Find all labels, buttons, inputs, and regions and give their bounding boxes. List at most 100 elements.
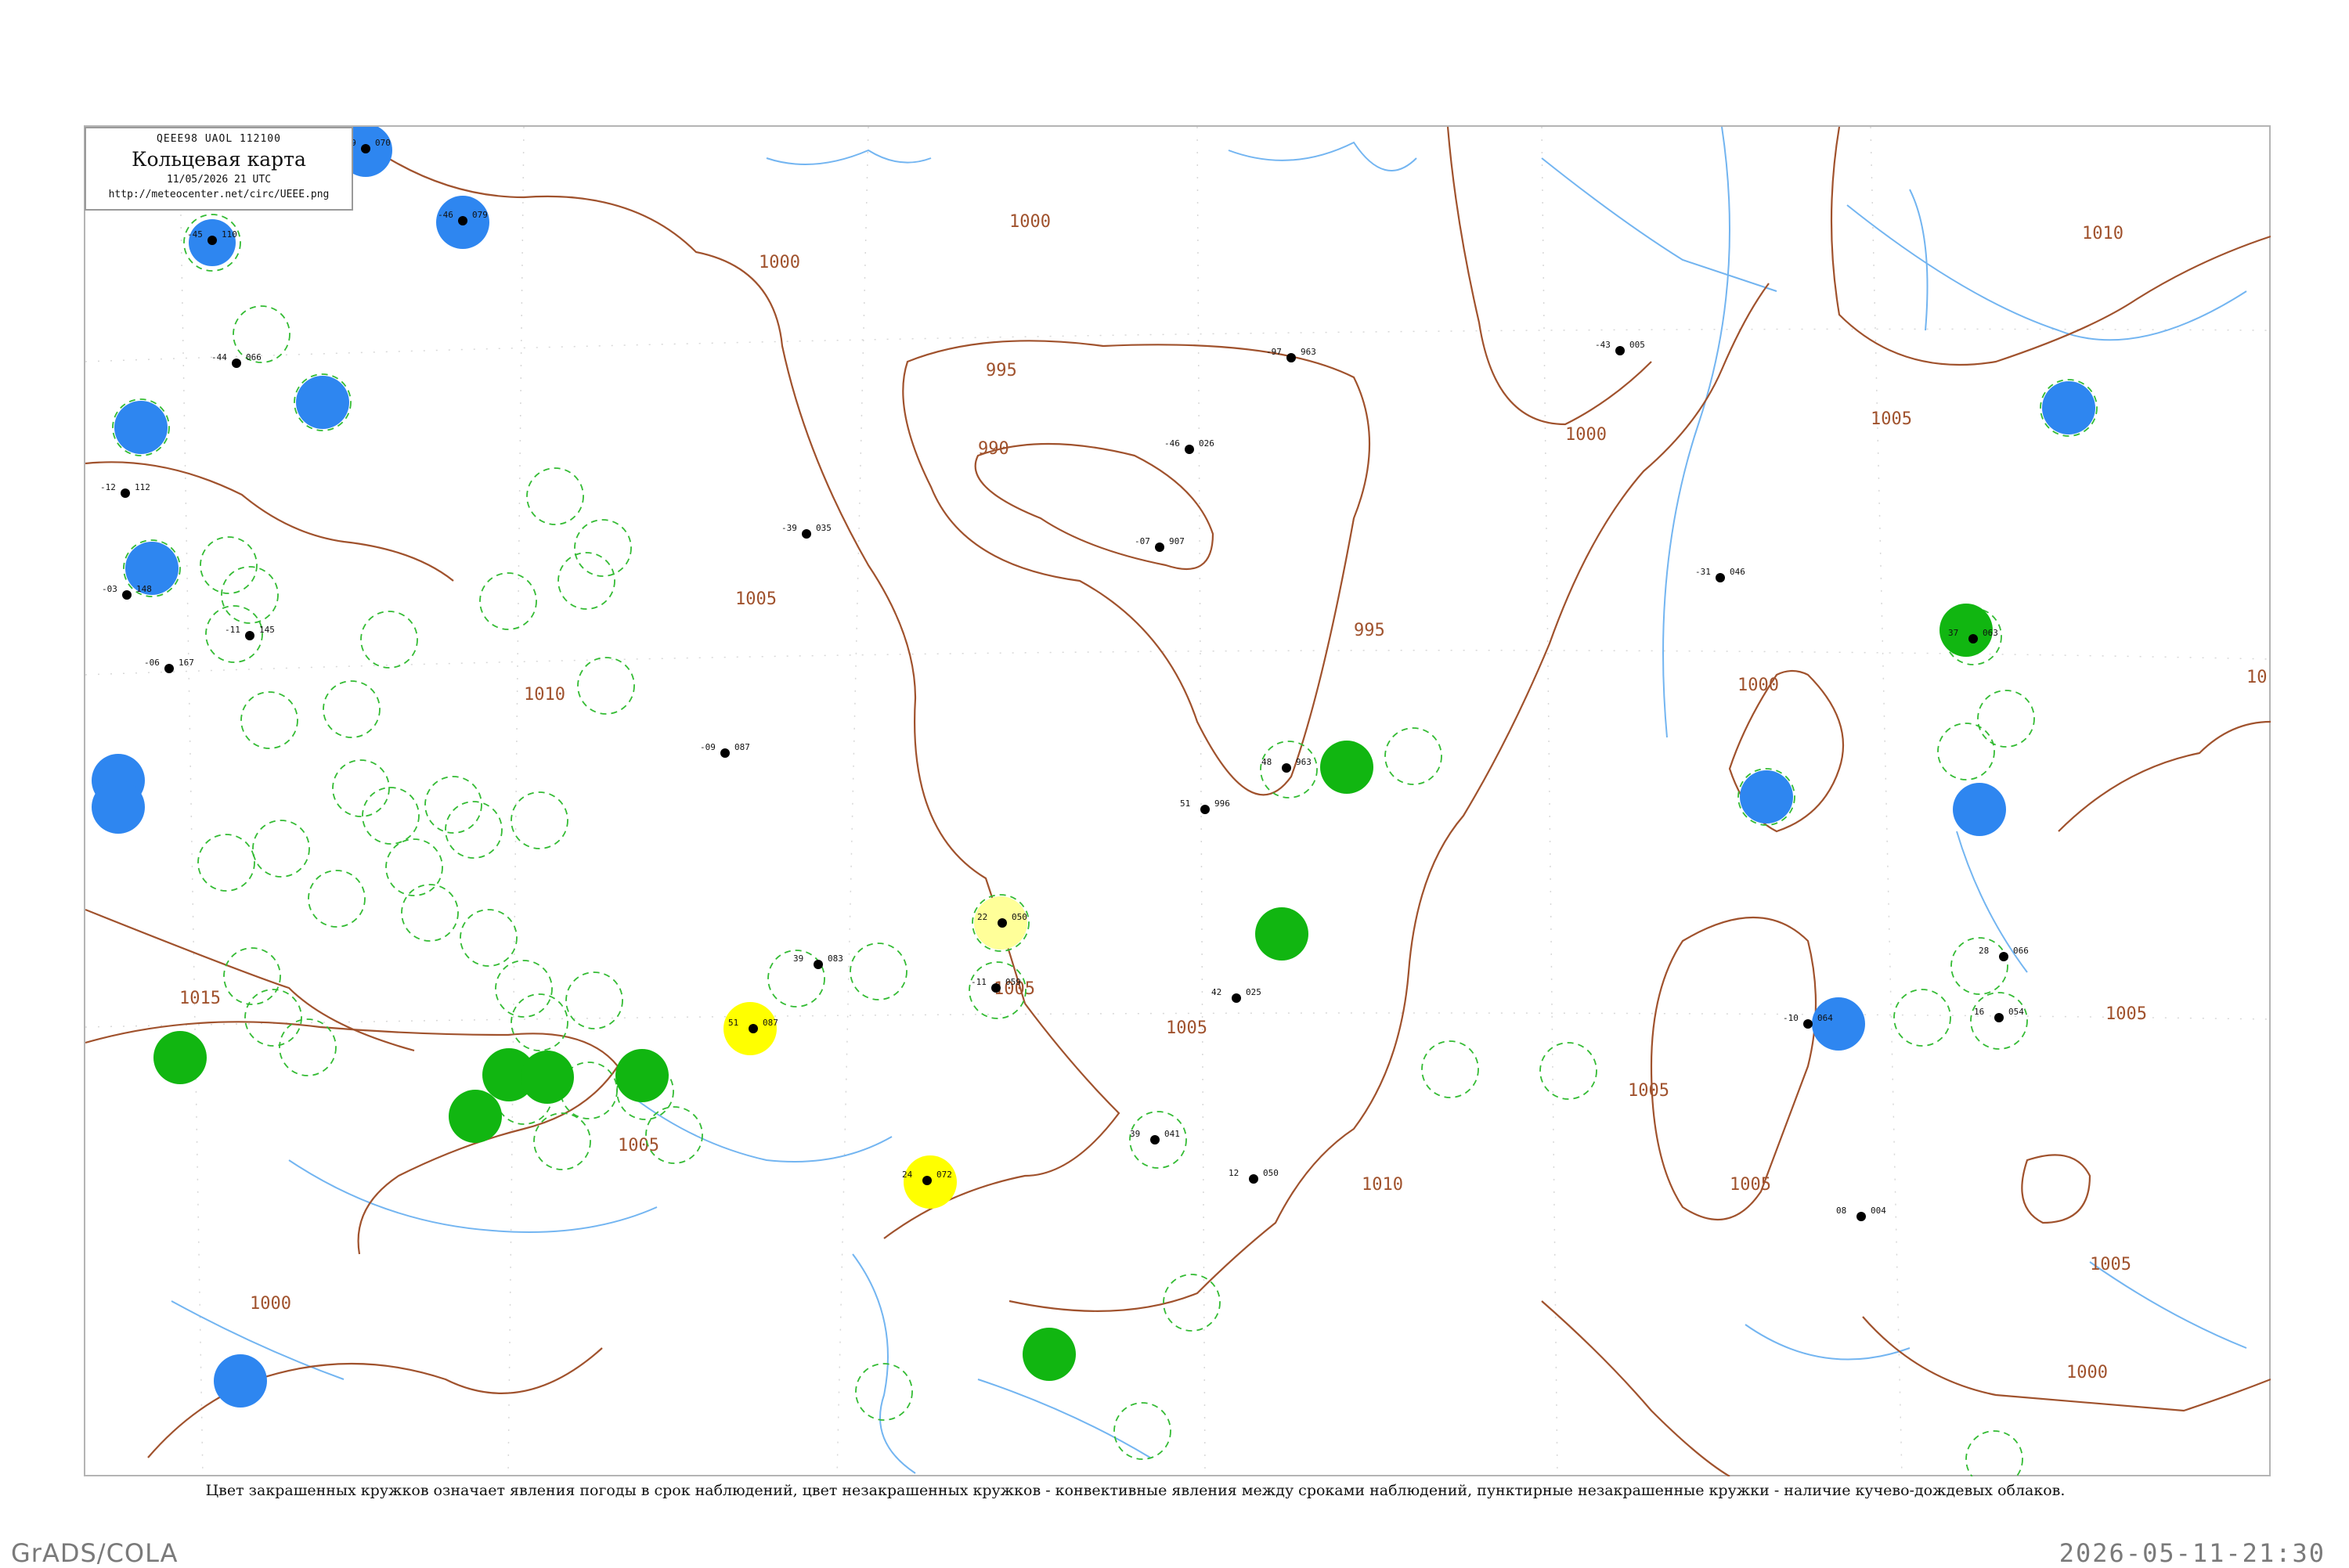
isobar-label: 1005 — [2105, 1004, 2147, 1024]
isobar-label: 1005 — [1730, 1175, 1771, 1195]
svg-text:-12: -12 — [100, 482, 116, 492]
station: 054 16 — [1974, 1007, 2024, 1022]
svg-text:025: 025 — [1246, 987, 1261, 997]
bulletin-code: QEEE98 UAOL 112100 — [157, 133, 281, 145]
svg-text:064: 064 — [1817, 1013, 1833, 1023]
isobar-label: 1000 — [250, 1294, 291, 1314]
svg-text:063: 063 — [1983, 628, 1998, 638]
station: 963 48 — [1261, 757, 1312, 773]
svg-text:-45: -45 — [187, 229, 203, 240]
svg-text:907: 907 — [1169, 536, 1185, 546]
isobar-label: 1010 — [2082, 224, 2123, 243]
svg-text:-43: -43 — [1595, 340, 1611, 350]
blue-circle — [214, 1354, 267, 1408]
green-circle — [153, 1031, 207, 1084]
isobar-label: 1005 — [1628, 1081, 1669, 1101]
isobar-label: 1005 — [618, 1136, 659, 1155]
isobar-label: 1005 — [1166, 1018, 1207, 1038]
isobar-label: 10 — [2246, 668, 2268, 687]
svg-text:-11: -11 — [225, 625, 240, 635]
station: 145 -11 — [225, 625, 275, 640]
svg-text:-10: -10 — [1783, 1013, 1799, 1023]
svg-text:050: 050 — [1263, 1168, 1279, 1178]
svg-text:-09: -09 — [700, 742, 716, 752]
station: 004 08 — [1836, 1206, 1886, 1221]
isobar-label: 1005 — [735, 589, 777, 609]
station: 050 12 — [1229, 1168, 1279, 1184]
station: 148 -03 — [102, 584, 152, 600]
svg-text:059: 059 — [1005, 977, 1021, 987]
isobar-label: 995 — [986, 361, 1017, 380]
svg-text:-06: -06 — [144, 658, 160, 668]
svg-text:066: 066 — [246, 352, 262, 362]
svg-text:110: 110 — [222, 229, 237, 240]
blue-circle — [2042, 381, 2095, 434]
station: 083 39 — [793, 953, 843, 969]
svg-text:28: 28 — [1979, 946, 1989, 956]
blue-circle — [1740, 770, 1793, 824]
svg-text:112: 112 — [135, 482, 150, 492]
svg-text:004: 004 — [1871, 1206, 1886, 1216]
svg-text:083: 083 — [828, 953, 843, 964]
svg-text:39: 39 — [1130, 1129, 1140, 1139]
svg-text:08: 08 — [1836, 1206, 1846, 1216]
svg-text:22: 22 — [977, 912, 987, 922]
svg-text:046: 046 — [1730, 567, 1745, 577]
green-circle — [521, 1051, 574, 1104]
isobar-label: 1000 — [759, 253, 800, 272]
blue-circle — [114, 401, 168, 454]
isobar-label: 1000 — [2066, 1363, 2108, 1382]
station: 066 -44 — [211, 352, 262, 368]
svg-text:054: 054 — [2008, 1007, 2024, 1017]
svg-text:37: 37 — [1948, 628, 1958, 638]
map-title: Кольцевая карта — [132, 148, 306, 171]
svg-text:072: 072 — [936, 1170, 952, 1180]
isobar-label: 1015 — [179, 989, 221, 1008]
svg-text:167: 167 — [179, 658, 194, 668]
svg-text:050: 050 — [1012, 912, 1027, 922]
svg-text:148: 148 — [136, 584, 152, 594]
station: 035 -39 — [781, 523, 832, 539]
svg-text:51: 51 — [728, 1018, 738, 1028]
blue-circle — [125, 542, 179, 595]
svg-text:996: 996 — [1214, 798, 1230, 809]
station: 041 39 — [1130, 1129, 1180, 1144]
svg-text:-03: -03 — [102, 584, 117, 594]
footer-credit: GrADS/COLA — [11, 1538, 179, 1568]
map-legend-box: QEEE98 UAOL 112100 Кольцевая карта 11/05… — [85, 127, 353, 211]
svg-text:39: 39 — [793, 953, 803, 964]
svg-text:24: 24 — [902, 1170, 913, 1180]
svg-text:041: 041 — [1164, 1129, 1180, 1139]
blue-circle — [296, 376, 349, 429]
isobar-label: 995 — [1354, 621, 1385, 640]
isobar-label: 1000 — [1009, 212, 1051, 232]
svg-text:005: 005 — [1629, 340, 1645, 350]
svg-text:-97: -97 — [1266, 347, 1282, 357]
map-url: http://meteocenter.net/circ/UEEE.png — [108, 189, 330, 200]
isobar-label: 1010 — [1362, 1175, 1403, 1195]
footer-timestamp: 2026-05-11-21:30 — [2059, 1538, 2326, 1568]
isobar-label: 990 — [978, 439, 1009, 459]
graticule — [85, 127, 2271, 1476]
weather-fills — [85, 127, 2095, 1408]
svg-text:42: 42 — [1211, 987, 1221, 997]
isobar-label: 1005 — [2090, 1255, 2131, 1274]
weather-map: 1000 995 990 1005 1010 1015 1010 1005 10… — [85, 127, 2271, 1476]
svg-text:51: 51 — [1180, 798, 1190, 809]
green-circle — [1255, 907, 1308, 961]
svg-text:963: 963 — [1301, 347, 1316, 357]
svg-text:-44: -44 — [211, 352, 227, 362]
isobar-label: 1005 — [1871, 409, 1912, 429]
station: 112 -12 — [100, 482, 150, 498]
isobar-label: 1000 — [1565, 425, 1607, 445]
station: 087 -09 — [700, 742, 750, 758]
map-caption: Цвет закрашенных кружков означает явлени… — [205, 1482, 2066, 1499]
rivers — [171, 127, 2247, 1474]
svg-text:145: 145 — [259, 625, 275, 635]
svg-text:16: 16 — [1974, 1007, 1984, 1017]
svg-text:035: 035 — [816, 523, 832, 533]
svg-text:-46: -46 — [1164, 438, 1180, 449]
green-circle — [1320, 741, 1373, 794]
svg-text:-31: -31 — [1695, 567, 1711, 577]
isobars — [85, 127, 2271, 1476]
